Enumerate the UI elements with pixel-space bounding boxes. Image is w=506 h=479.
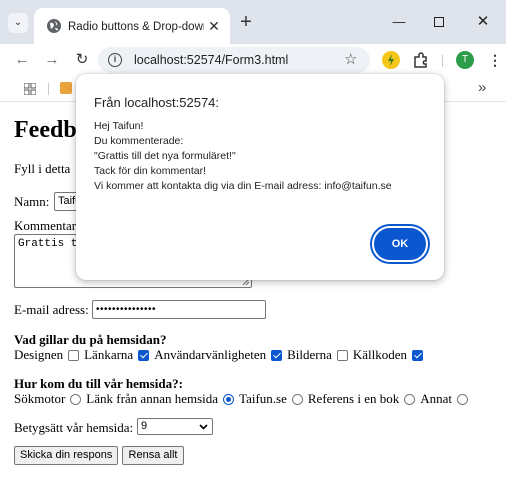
tab-search-chevron-icon[interactable]: ⌄ (8, 13, 28, 33)
toolbar: ← → ↻ i localhost:52574/Form3.html ☆ T ⋮ (0, 44, 506, 76)
back-icon[interactable]: ← (12, 50, 32, 70)
like-checkbox-lankarna[interactable] (138, 349, 150, 361)
source-question: Hur kom du till vår hemsida?: (14, 376, 183, 391)
apps-grid-icon[interactable] (24, 83, 36, 95)
source-option-label: Taifun.se (239, 391, 287, 406)
page-title: Feedb (14, 117, 77, 143)
rating-select[interactable]: 9 (137, 418, 213, 435)
submit-button[interactable]: Skicka din respons (14, 446, 118, 465)
site-info-icon[interactable]: i (108, 53, 122, 67)
tab-title: Radio buttons & Drop-down lis (68, 21, 204, 33)
source-option-label: Länk från annan hemsida (86, 391, 219, 406)
source-radio-referens[interactable] (404, 393, 416, 405)
extension-icon[interactable] (382, 51, 400, 69)
bookmark-mail-icon[interactable] (60, 82, 72, 94)
new-tab-icon[interactable]: + (236, 12, 256, 32)
like-option-label: Användarvänligheten (154, 347, 267, 362)
tab-strip: ⌄ Radio buttons & Drop-down lis ✕ + — ✕ (0, 0, 506, 44)
globe-icon (47, 19, 61, 33)
like-checkbox-designen[interactable] (68, 349, 80, 361)
source-option-label: Referens i en bok (307, 391, 400, 406)
more-menu-icon[interactable]: ⋮ (488, 50, 502, 70)
minimize-icon[interactable]: — (384, 12, 414, 32)
dialog-title: Från localhost:52574: (94, 95, 220, 110)
bookmarks-divider (48, 83, 49, 95)
rating-label: Betygsätt vår hemsida: (14, 420, 134, 435)
bookmarks-overflow-icon[interactable]: » (478, 79, 486, 97)
bookmark-star-icon[interactable]: ☆ (344, 50, 357, 70)
rating-value: 9 (141, 420, 148, 432)
source-option-label: Annat (420, 391, 453, 406)
like-checkbox-bilderna[interactable] (336, 349, 348, 361)
email-field[interactable]: ••••••••••••••• (92, 300, 266, 319)
reset-button[interactable]: Rensa allt (122, 446, 184, 465)
name-label: Namn: (14, 194, 50, 209)
like-options-row: Designen Länkarna Användarvänligheten Bi… (14, 347, 428, 363)
intro-text: Fyll i detta (14, 161, 71, 176)
source-radio-lank[interactable] (223, 393, 235, 405)
like-checkbox-kallkoden[interactable] (412, 349, 424, 361)
like-option-label: Källkoden (352, 347, 408, 362)
like-checkbox-anvandarvanligheten[interactable] (271, 349, 283, 361)
dialog-line: Tack för din kommentar! (94, 165, 207, 177)
tab-active[interactable]: Radio buttons & Drop-down lis ✕ (34, 8, 230, 44)
source-radio-sokmotor[interactable] (70, 393, 82, 405)
tab-close-icon[interactable]: ✕ (206, 17, 222, 35)
dialog-line: Hej Taifun! (94, 120, 144, 132)
window-close-icon[interactable]: ✕ (468, 12, 498, 32)
like-option-label: Länkarna (84, 347, 134, 362)
dialog-line: Du kommenterade: (94, 135, 184, 147)
chevron-down-icon (199, 419, 208, 439)
like-option-label: Designen (14, 347, 64, 362)
reload-icon[interactable]: ↻ (72, 50, 92, 70)
url-text[interactable]: localhost:52574/Form3.html (134, 52, 288, 68)
like-question: Vad gillar du på hemsidan? (14, 332, 167, 347)
dialog-message: Hej Taifun! Du kommenterade: "Grattis ti… (94, 119, 434, 194)
maximize-icon[interactable] (424, 12, 454, 32)
source-radio-annat[interactable] (457, 393, 469, 405)
dialog-line: Vi kommer att kontakta dig via din E-mai… (94, 180, 392, 192)
dialog-line: "Grattis till det nya formuläret!" (94, 150, 236, 162)
source-options-row: Sökmotor Länk från annan hemsida Taifun.… (14, 391, 473, 407)
profile-avatar[interactable]: T (456, 51, 474, 69)
like-option-label: Bilderna (287, 347, 332, 362)
toolbar-divider (442, 55, 443, 67)
alert-dialog: Från localhost:52574: Hej Taifun! Du kom… (76, 74, 444, 280)
email-label: E-mail adress: (14, 302, 89, 317)
forward-icon[interactable]: → (42, 50, 62, 70)
source-option-label: Sökmotor (14, 391, 66, 406)
extensions-puzzle-icon[interactable] (412, 51, 430, 69)
address-bar[interactable]: i localhost:52574/Form3.html ☆ (98, 47, 370, 73)
source-radio-taifun[interactable] (291, 393, 303, 405)
comment-label: Kommentar (14, 218, 77, 233)
ok-button[interactable]: OK (372, 226, 428, 262)
